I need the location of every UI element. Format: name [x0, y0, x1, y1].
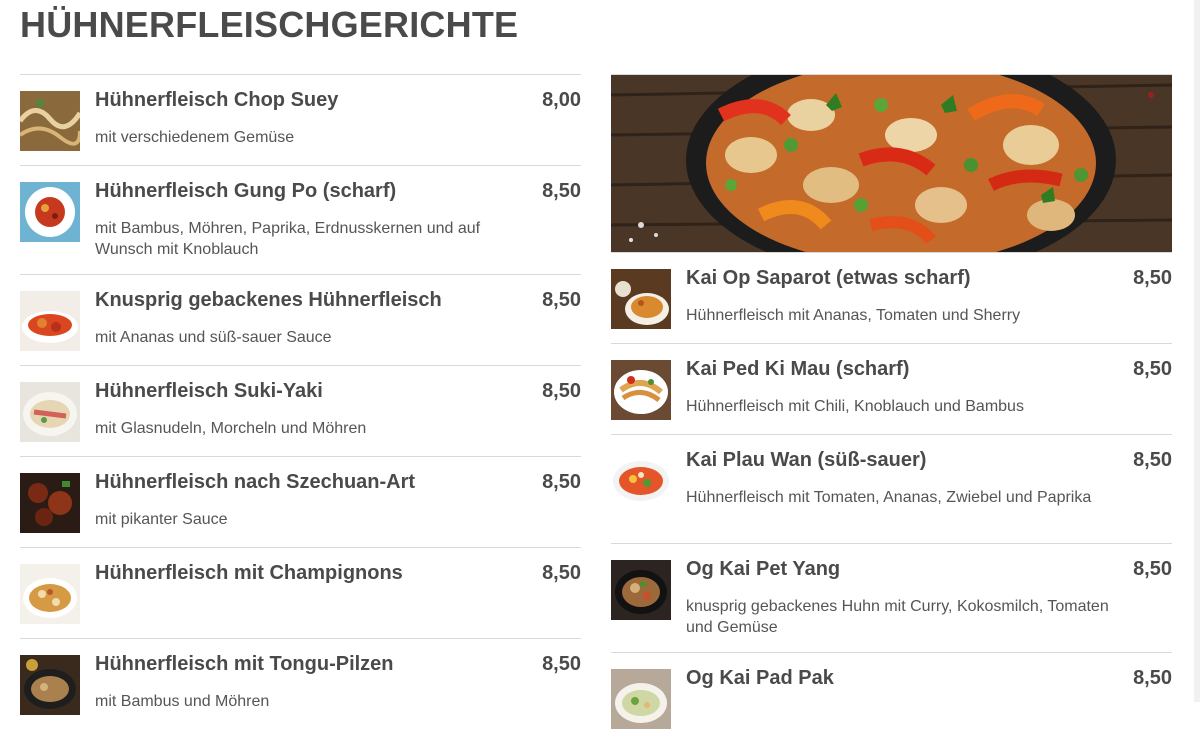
dish-name: Hühnerfleisch mit Tongu-Pilzen	[95, 653, 394, 675]
dish-photo	[20, 655, 80, 715]
dish-name: Hühnerfleisch mit Champignons	[95, 562, 403, 584]
dish-photo	[611, 669, 671, 729]
dish-description: mit pikanter Sauce	[95, 511, 228, 528]
menu-item[interactable]: Hühnerfleisch Gung Po (scharf) 8,50 mit …	[20, 165, 581, 274]
dish-photo	[20, 91, 80, 151]
scrollbar[interactable]	[1194, 0, 1200, 702]
dish-price: 8,50	[1133, 449, 1172, 471]
hero-dish-photo	[611, 74, 1172, 252]
menu-item[interactable]: Og Kai Pad Pak 8,50	[611, 652, 1172, 743]
menu-item[interactable]: Kai Op Saparot (etwas scharf) 8,50 Hühne…	[611, 252, 1172, 343]
dish-description: mit verschiedenem Gemüse	[95, 129, 295, 146]
dish-price: 8,50	[542, 471, 581, 493]
dish-photo	[611, 360, 671, 420]
dish-photo	[20, 382, 80, 442]
dish-photo	[20, 473, 80, 533]
menu-item[interactable]: Kai Ped Ki Mau (scharf) 8,50 Hühnerfleis…	[611, 343, 1172, 434]
dish-description: mit Ananas und süß-sauer Sauce	[95, 329, 332, 346]
dish-name: Hühnerfleisch Suki-Yaki	[95, 380, 323, 402]
menu-item[interactable]: Knusprig gebackenes Hühnerfleisch 8,50 m…	[20, 274, 581, 365]
dish-price: 8,50	[542, 562, 581, 584]
dish-name: Og Kai Pad Pak	[686, 667, 834, 689]
dish-name: Og Kai Pet Yang	[686, 558, 841, 580]
menu-item[interactable]: Hühnerfleisch nach Szechuan-Art 8,50 mit…	[20, 456, 581, 547]
dish-photo	[611, 560, 671, 620]
dish-price: 8,50	[1133, 267, 1172, 289]
dish-price: 8,50	[1133, 358, 1172, 380]
dish-name: Kai Op Saparot (etwas scharf)	[686, 267, 971, 289]
menu-column-left: Hühnerfleisch Chop Suey 8,00 mit verschi…	[20, 74, 581, 729]
dish-price: 8,50	[542, 380, 581, 402]
menu-item[interactable]: Hühnerfleisch Chop Suey 8,00 mit verschi…	[20, 74, 581, 165]
dish-photo	[20, 182, 80, 242]
dish-price: 8,50	[1133, 558, 1172, 580]
dish-description: knusprig gebackenes Huhn mit Curry, Koko…	[686, 598, 1109, 636]
dish-name: Hühnerfleisch Chop Suey	[95, 89, 339, 111]
menu-item[interactable]: Hühnerfleisch Suki-Yaki 8,50 mit Glasnud…	[20, 365, 581, 456]
page-title: HÜHNERFLEISCHGERICHTE	[20, 4, 519, 45]
dish-photo	[611, 269, 671, 329]
menu-item[interactable]: Og Kai Pet Yang 8,50 knusprig gebackenes…	[611, 543, 1172, 652]
dish-description: mit Bambus, Möhren, Paprika, Erdnusskern…	[95, 220, 481, 258]
menu-item[interactable]: Hühnerfleisch mit Champignons 8,50	[20, 547, 581, 638]
dish-photo	[20, 564, 80, 624]
dish-description: Hühnerfleisch mit Chili, Knoblauch und B…	[686, 398, 1024, 415]
dish-description: Hühnerfleisch mit Tomaten, Ananas, Zwieb…	[686, 489, 1092, 506]
dish-description: Hühnerfleisch mit Ananas, Tomaten und Sh…	[686, 307, 1021, 324]
dish-photo	[611, 451, 671, 511]
dish-name: Knusprig gebackenes Hühnerfleisch	[95, 289, 442, 311]
dish-name: Kai Plau Wan (süß-sauer)	[686, 449, 927, 471]
menu-item[interactable]: Kai Plau Wan (süß-sauer) 8,50 Hühnerflei…	[611, 434, 1172, 543]
dish-price: 8,50	[542, 653, 581, 675]
dish-price: 8,00	[542, 89, 581, 111]
dish-description: mit Glasnudeln, Morcheln und Möhren	[95, 420, 367, 437]
dish-price: 8,50	[542, 180, 581, 202]
menu-item[interactable]: Hühnerfleisch mit Tongu-Pilzen 8,50 mit …	[20, 638, 581, 729]
dish-name: Kai Ped Ki Mau (scharf)	[686, 358, 910, 380]
dish-name: Hühnerfleisch nach Szechuan-Art	[95, 471, 416, 493]
dish-photo	[20, 291, 80, 351]
dish-name: Hühnerfleisch Gung Po (scharf)	[95, 180, 397, 202]
dish-price: 8,50	[542, 289, 581, 311]
dish-price: 8,50	[1133, 667, 1172, 689]
menu-column-right: Kai Op Saparot (etwas scharf) 8,50 Hühne…	[611, 74, 1172, 743]
